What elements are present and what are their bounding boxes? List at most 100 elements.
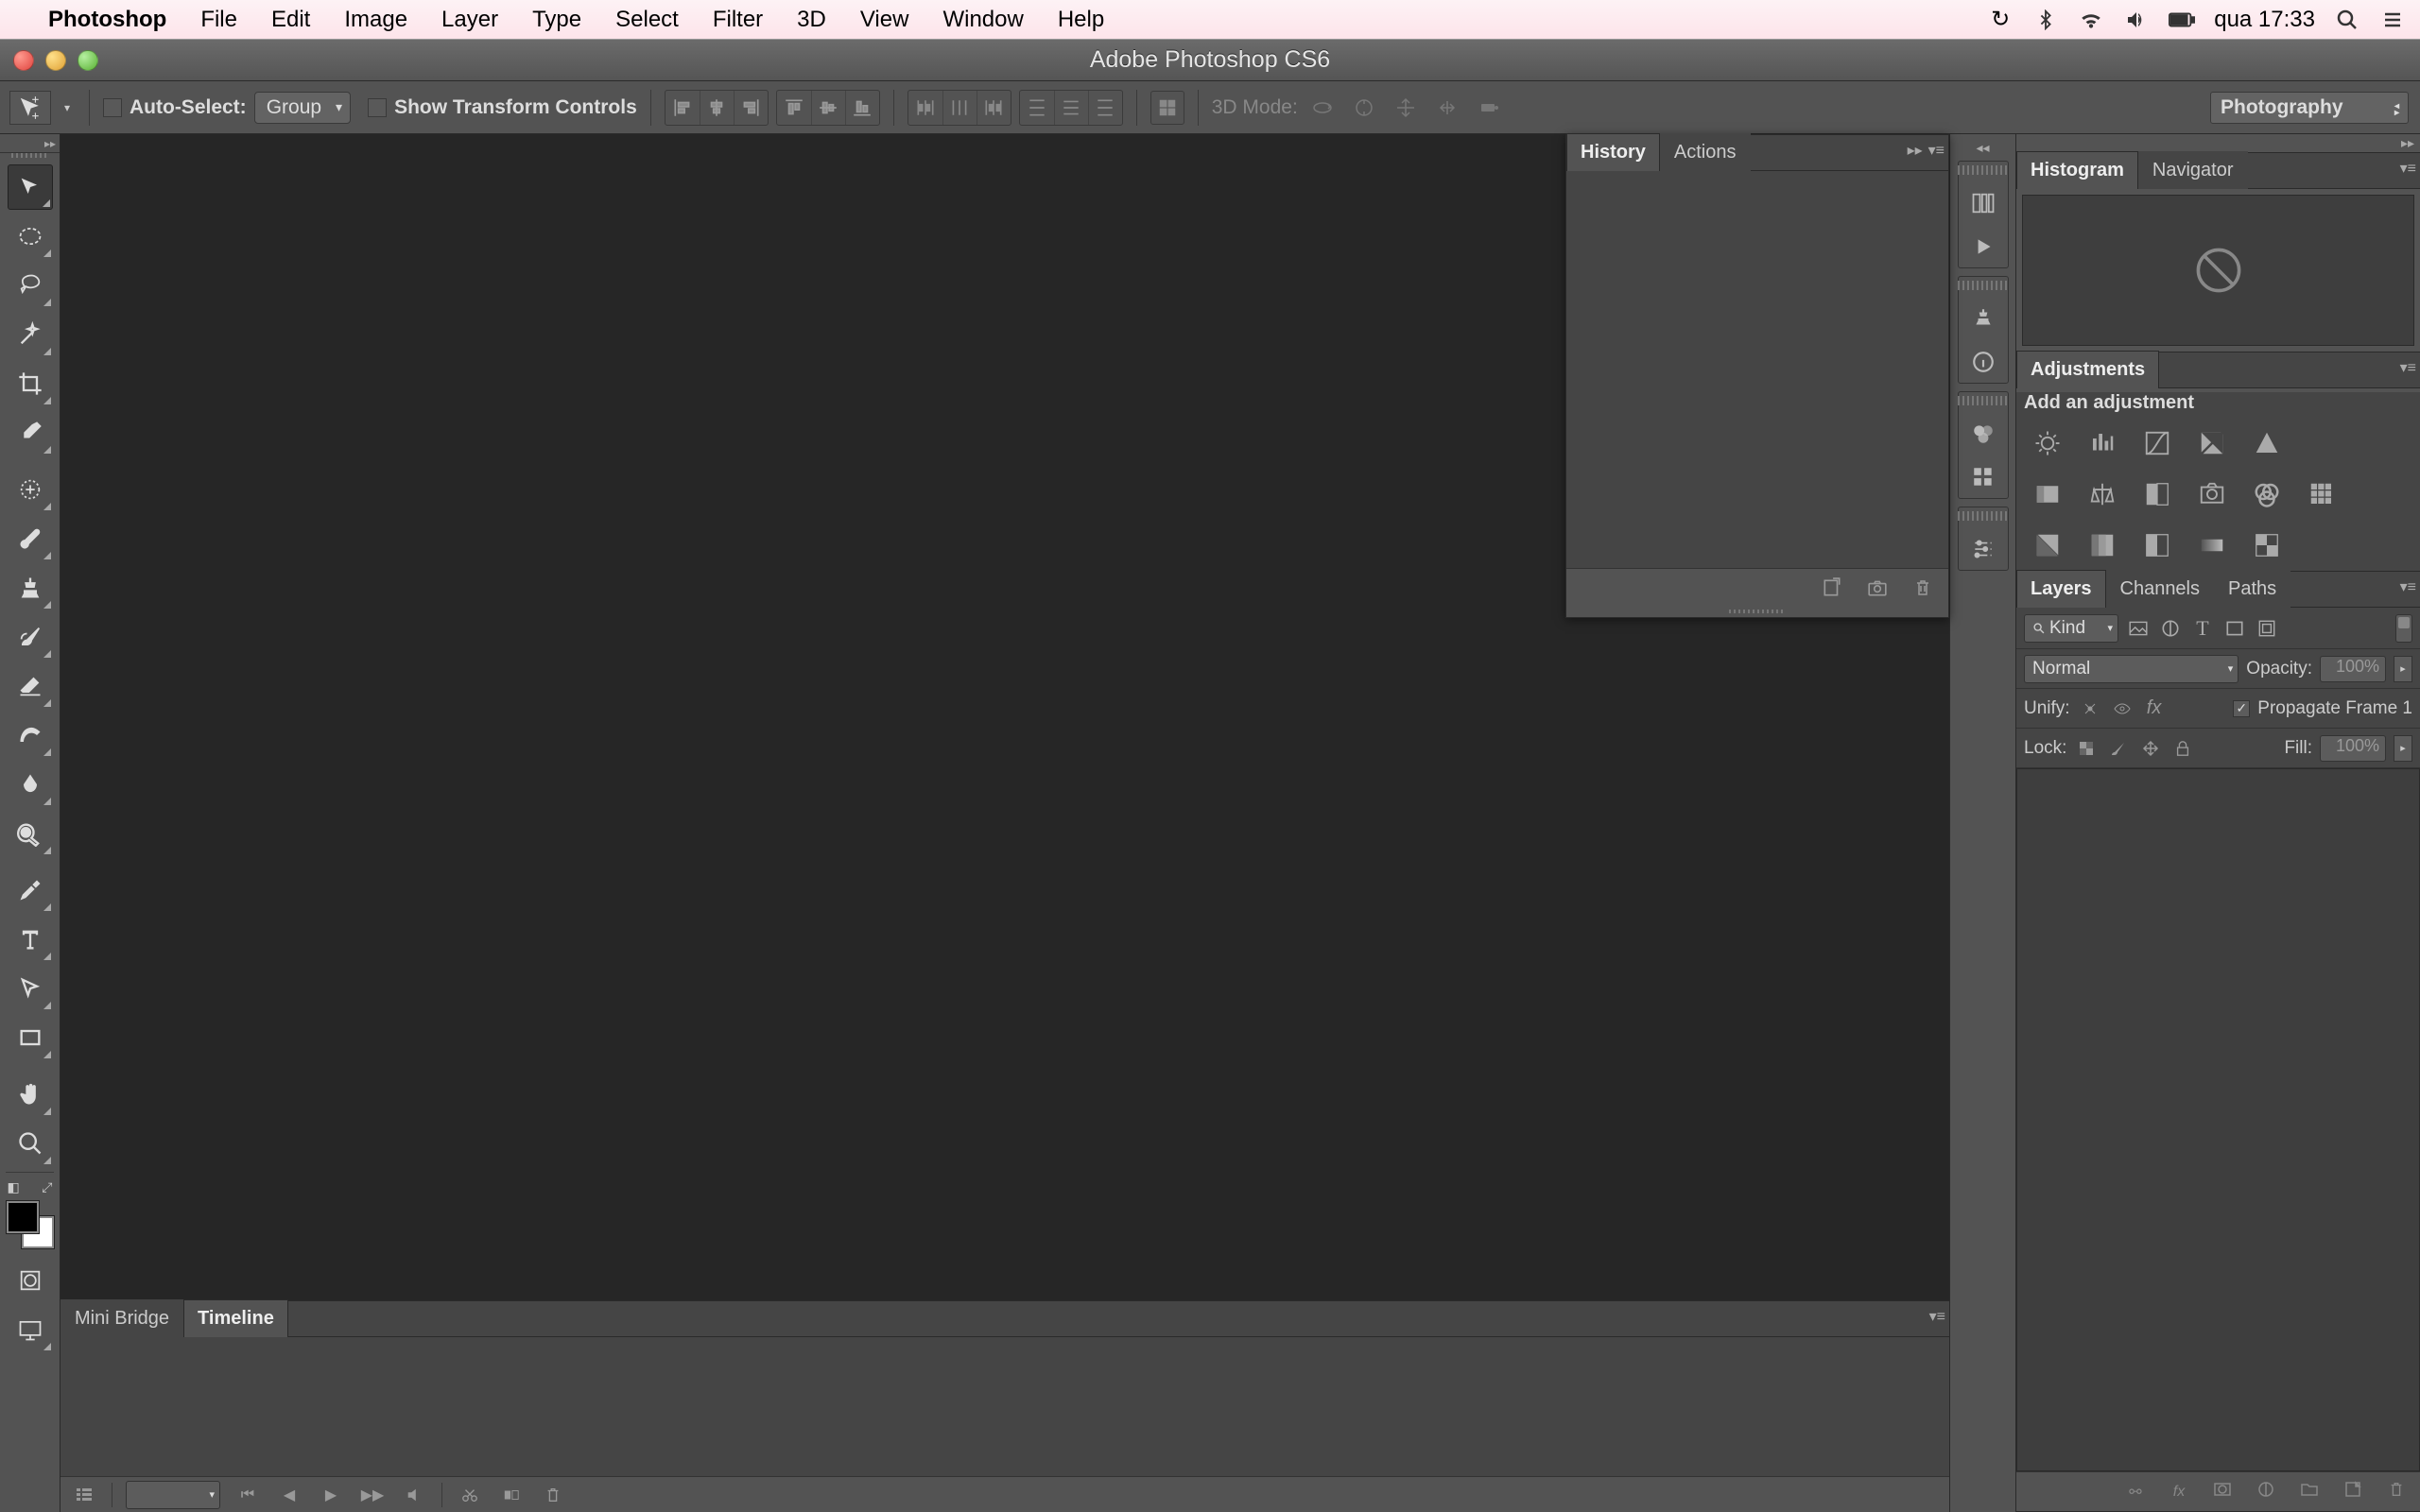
- align-middle-v-icon[interactable]: [811, 91, 845, 125]
- align-left-icon[interactable]: [666, 91, 700, 125]
- bluetooth-icon[interactable]: [2032, 9, 2059, 30]
- screen-mode-tool[interactable]: [8, 1307, 53, 1352]
- notifications-icon[interactable]: [2379, 9, 2406, 31]
- history-list[interactable]: [1566, 171, 1948, 568]
- swap-colors-icon[interactable]: ⤢: [42, 1179, 52, 1195]
- menu-file[interactable]: File: [183, 7, 254, 33]
- timeline-body[interactable]: [60, 1337, 1949, 1476]
- tab-navigator[interactable]: Navigator: [2138, 151, 2248, 189]
- auto-select-target-select[interactable]: Group: [254, 92, 351, 124]
- filter-adjustment-icon[interactable]: [2158, 616, 2183, 641]
- swatches-panel-icon[interactable]: [1966, 417, 2000, 451]
- histogram-menu-icon[interactable]: ▾≡: [2400, 159, 2416, 178]
- battery-icon[interactable]: [2169, 10, 2195, 29]
- blend-mode-select[interactable]: Normal: [2024, 655, 2238, 683]
- zoom-window-button[interactable]: [78, 50, 98, 71]
- dodge-tool[interactable]: [8, 811, 53, 856]
- gradient-map-icon[interactable]: [2194, 527, 2230, 563]
- play-icon[interactable]: ▶: [317, 1482, 345, 1508]
- menu-window[interactable]: Window: [925, 7, 1040, 33]
- distribute-middle-v-icon[interactable]: [1054, 91, 1088, 125]
- filter-toggle-switch[interactable]: [2395, 614, 2412, 643]
- clone-stamp-tool[interactable]: [8, 565, 53, 610]
- align-center-h-icon[interactable]: [700, 91, 734, 125]
- distribute-top-icon[interactable]: [1020, 91, 1054, 125]
- eraser-tool[interactable]: [8, 663, 53, 709]
- layer-fx-icon[interactable]: fx: [2167, 1484, 2191, 1501]
- quick-mask-tool[interactable]: [8, 1258, 53, 1303]
- tool-preset-picker[interactable]: ▾: [59, 91, 76, 125]
- brightness-contrast-icon[interactable]: [2030, 425, 2066, 461]
- pen-tool[interactable]: [8, 868, 53, 913]
- wifi-icon[interactable]: [2078, 8, 2104, 32]
- channel-mixer-icon[interactable]: [2249, 476, 2285, 512]
- tab-channels[interactable]: Channels: [2106, 570, 2215, 608]
- tab-timeline[interactable]: Timeline: [183, 1299, 288, 1337]
- link-layers-icon[interactable]: ⚯: [2123, 1483, 2148, 1502]
- distribute-bottom-icon[interactable]: [1088, 91, 1122, 125]
- unify-position-icon[interactable]: [2078, 696, 2102, 721]
- blur-tool[interactable]: [8, 762, 53, 807]
- timeline-time-select[interactable]: [126, 1481, 220, 1509]
- info-panel-icon[interactable]: [1966, 345, 2000, 379]
- lasso-tool[interactable]: [8, 263, 53, 308]
- close-window-button[interactable]: [13, 50, 34, 71]
- tab-mini-bridge[interactable]: Mini Bridge: [60, 1299, 183, 1337]
- new-group-icon[interactable]: [2297, 1480, 2322, 1503]
- propagate-checkbox[interactable]: ✓: [2233, 700, 2250, 717]
- timemachine-icon[interactable]: ↻: [1987, 6, 2014, 33]
- photo-filter-icon[interactable]: [2194, 476, 2230, 512]
- distribute-left-icon[interactable]: [908, 91, 942, 125]
- workspace-switcher[interactable]: Photography: [2210, 92, 2409, 124]
- opacity-scrubber[interactable]: ▸: [2394, 656, 2412, 682]
- minimize-window-button[interactable]: [45, 50, 66, 71]
- 3d-pan-icon[interactable]: [1389, 91, 1423, 125]
- rectangle-tool[interactable]: [8, 1015, 53, 1060]
- volume-icon[interactable]: [2123, 9, 2150, 31]
- timeline-options-icon[interactable]: [70, 1482, 98, 1508]
- auto-align-icon[interactable]: [1150, 91, 1184, 125]
- play-panel-icon[interactable]: [1966, 230, 2000, 264]
- bottom-panel-menu-icon[interactable]: ▾≡: [1929, 1307, 1945, 1326]
- layers-list[interactable]: [2016, 768, 2420, 1471]
- 3d-slide-icon[interactable]: [1430, 91, 1464, 125]
- new-adjustment-layer-icon[interactable]: [2254, 1480, 2278, 1503]
- distribute-right-icon[interactable]: [977, 91, 1011, 125]
- opacity-input[interactable]: 100%: [2320, 656, 2386, 682]
- next-frame-icon[interactable]: ▶▶: [358, 1482, 387, 1508]
- levels-icon[interactable]: [2084, 425, 2120, 461]
- curves-icon[interactable]: [2139, 425, 2175, 461]
- tab-histogram[interactable]: Histogram: [2016, 151, 2138, 189]
- 3d-scale-icon[interactable]: [1472, 91, 1506, 125]
- layer-filter-kind-select[interactable]: Kind: [2024, 614, 2118, 643]
- menu-layer[interactable]: Layer: [424, 7, 515, 33]
- gradient-tool[interactable]: [8, 713, 53, 758]
- spotlight-icon[interactable]: [2334, 9, 2360, 31]
- invert-icon[interactable]: [2030, 527, 2066, 563]
- crop-tool[interactable]: [8, 361, 53, 406]
- color-balance-icon[interactable]: [2084, 476, 2120, 512]
- distribute-center-h-icon[interactable]: [942, 91, 977, 125]
- tab-actions[interactable]: Actions: [1660, 133, 1751, 171]
- menu-view[interactable]: View: [843, 7, 926, 33]
- audio-mute-icon[interactable]: [400, 1482, 428, 1508]
- exposure-icon[interactable]: [2194, 425, 2230, 461]
- menubar-clock[interactable]: qua 17:33: [2214, 7, 2315, 33]
- brush-tool[interactable]: [8, 516, 53, 561]
- 3d-rotate-icon[interactable]: [1305, 91, 1340, 125]
- create-snapshot-icon[interactable]: [1865, 576, 1890, 600]
- 3d-roll-icon[interactable]: [1347, 91, 1381, 125]
- brush-presets-icon[interactable]: [1966, 186, 2000, 220]
- tools-collapse-icon[interactable]: ▸▸: [0, 134, 60, 153]
- move-tool[interactable]: [8, 164, 53, 210]
- canvas-area[interactable]: History Actions ▸▸ ▾≡: [60, 134, 1949, 1300]
- create-document-from-state-icon[interactable]: [1820, 576, 1844, 600]
- align-bottom-icon[interactable]: [845, 91, 879, 125]
- unify-visibility-icon[interactable]: [2110, 696, 2135, 721]
- hue-saturation-icon[interactable]: [2030, 476, 2066, 512]
- current-tool-icon[interactable]: [9, 91, 51, 125]
- vibrance-icon[interactable]: [2249, 425, 2285, 461]
- lock-transparency-icon[interactable]: [2074, 736, 2099, 761]
- panel-resize-grip[interactable]: [1566, 606, 1948, 617]
- hand-tool[interactable]: [8, 1072, 53, 1117]
